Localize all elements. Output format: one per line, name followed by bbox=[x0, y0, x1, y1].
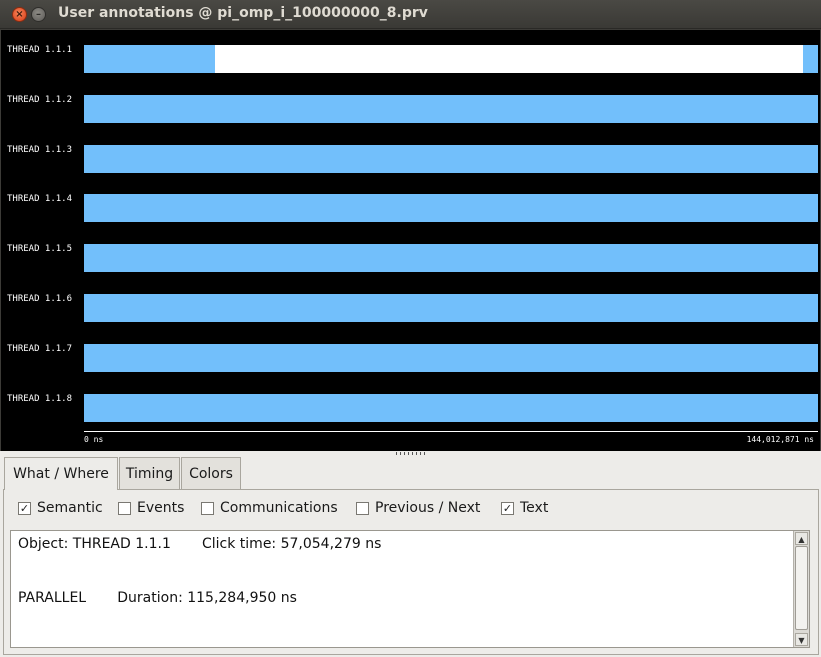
thread-track[interactable] bbox=[84, 95, 818, 123]
parallel-state-segment[interactable] bbox=[84, 95, 818, 123]
parallel-state-segment[interactable] bbox=[84, 294, 818, 322]
thread-label: THREAD 1.1.1 bbox=[7, 45, 73, 55]
previous-next-check-box[interactable] bbox=[356, 501, 369, 515]
tab-colors[interactable]: Colors bbox=[181, 457, 241, 489]
timeline-view[interactable]: THREAD 1.1.1 THREAD 1.1.2 THREAD 1.1.3 THRE… bbox=[0, 30, 821, 451]
thread-label: THREAD 1.1.6 bbox=[7, 294, 73, 304]
communications-check-box[interactable] bbox=[201, 501, 214, 515]
thread-label: THREAD 1.1.7 bbox=[7, 344, 73, 354]
thread-label: THREAD 1.1.4 bbox=[7, 194, 73, 204]
text-check-icon[interactable]: ✓ bbox=[501, 501, 514, 515]
parallel-state-segment[interactable] bbox=[84, 244, 818, 272]
semantic-checkbox[interactable]: ✓ Semantic bbox=[18, 500, 103, 516]
semantic-check-icon[interactable]: ✓ bbox=[18, 501, 31, 515]
parallel-state-segment[interactable] bbox=[803, 45, 818, 73]
idle-state-segment[interactable] bbox=[215, 45, 804, 73]
thread-track[interactable] bbox=[84, 344, 818, 372]
thread-label: THREAD 1.1.8 bbox=[7, 394, 73, 404]
text-checkbox[interactable]: ✓ Text bbox=[501, 500, 548, 516]
close-icon: × bbox=[15, 8, 24, 20]
parallel-state-segment[interactable] bbox=[84, 344, 818, 372]
semantic-label: Semantic bbox=[37, 500, 103, 516]
time-axis-line bbox=[84, 431, 818, 432]
window-title: User annotations @ pi_omp_i_100000000_8.… bbox=[58, 5, 428, 21]
parallel-state-segment[interactable] bbox=[84, 145, 818, 173]
events-label: Events bbox=[137, 500, 185, 516]
thread-track[interactable] bbox=[84, 45, 818, 73]
thread-track[interactable] bbox=[84, 145, 818, 173]
parallel-state-segment[interactable] bbox=[84, 394, 818, 422]
axis-start-label: 0 ns bbox=[84, 435, 104, 444]
object-click-time-line: Object: THREAD 1.1.1 Click time: 57,054,… bbox=[18, 536, 382, 552]
info-text-area[interactable]: Object: THREAD 1.1.1 Click time: 57,054,… bbox=[10, 530, 810, 648]
tab-what-where[interactable]: What / Where bbox=[4, 457, 118, 490]
thread-label: THREAD 1.1.2 bbox=[7, 95, 73, 105]
axis-end-label: 144,012,871 ns bbox=[746, 435, 814, 444]
state-duration-line: PARALLEL Duration: 115,284,950 ns bbox=[18, 590, 297, 606]
scrollbar-thumb[interactable] bbox=[795, 546, 808, 630]
parallel-state-segment[interactable] bbox=[84, 45, 216, 73]
info-panel: What / Where Timing Colors ✓ Semantic Ev… bbox=[0, 457, 821, 657]
text-label: Text bbox=[520, 500, 549, 516]
previous-next-label: Previous / Next bbox=[375, 500, 481, 516]
thread-track[interactable] bbox=[84, 294, 818, 322]
thread-track[interactable] bbox=[84, 194, 818, 222]
scroll-up-icon[interactable]: ▲ bbox=[795, 532, 808, 545]
communications-label: Communications bbox=[220, 500, 338, 516]
communications-checkbox[interactable]: Communications bbox=[201, 500, 338, 516]
title-bar[interactable]: × – User annotations @ pi_omp_i_10000000… bbox=[0, 0, 821, 29]
previous-next-checkbox[interactable]: Previous / Next bbox=[356, 500, 480, 516]
tab-timing[interactable]: Timing bbox=[119, 457, 180, 489]
thread-track[interactable] bbox=[84, 394, 818, 422]
thread-track[interactable] bbox=[84, 244, 818, 272]
thread-label: THREAD 1.1.5 bbox=[7, 244, 73, 254]
splitter-grip-icon[interactable] bbox=[396, 452, 428, 455]
close-window-button[interactable]: × bbox=[12, 7, 27, 22]
events-checkbox[interactable]: Events bbox=[118, 500, 184, 516]
minimize-window-button[interactable]: – bbox=[31, 7, 46, 22]
vertical-scrollbar[interactable]: ▲ ▼ bbox=[793, 531, 809, 647]
parallel-state-segment[interactable] bbox=[84, 194, 818, 222]
minimize-icon: – bbox=[36, 8, 41, 20]
thread-label: THREAD 1.1.3 bbox=[7, 145, 73, 155]
events-check-box[interactable] bbox=[118, 501, 131, 515]
scroll-down-icon[interactable]: ▼ bbox=[795, 633, 808, 646]
what-where-page: ✓ Semantic Events Communications Previou… bbox=[3, 489, 819, 655]
